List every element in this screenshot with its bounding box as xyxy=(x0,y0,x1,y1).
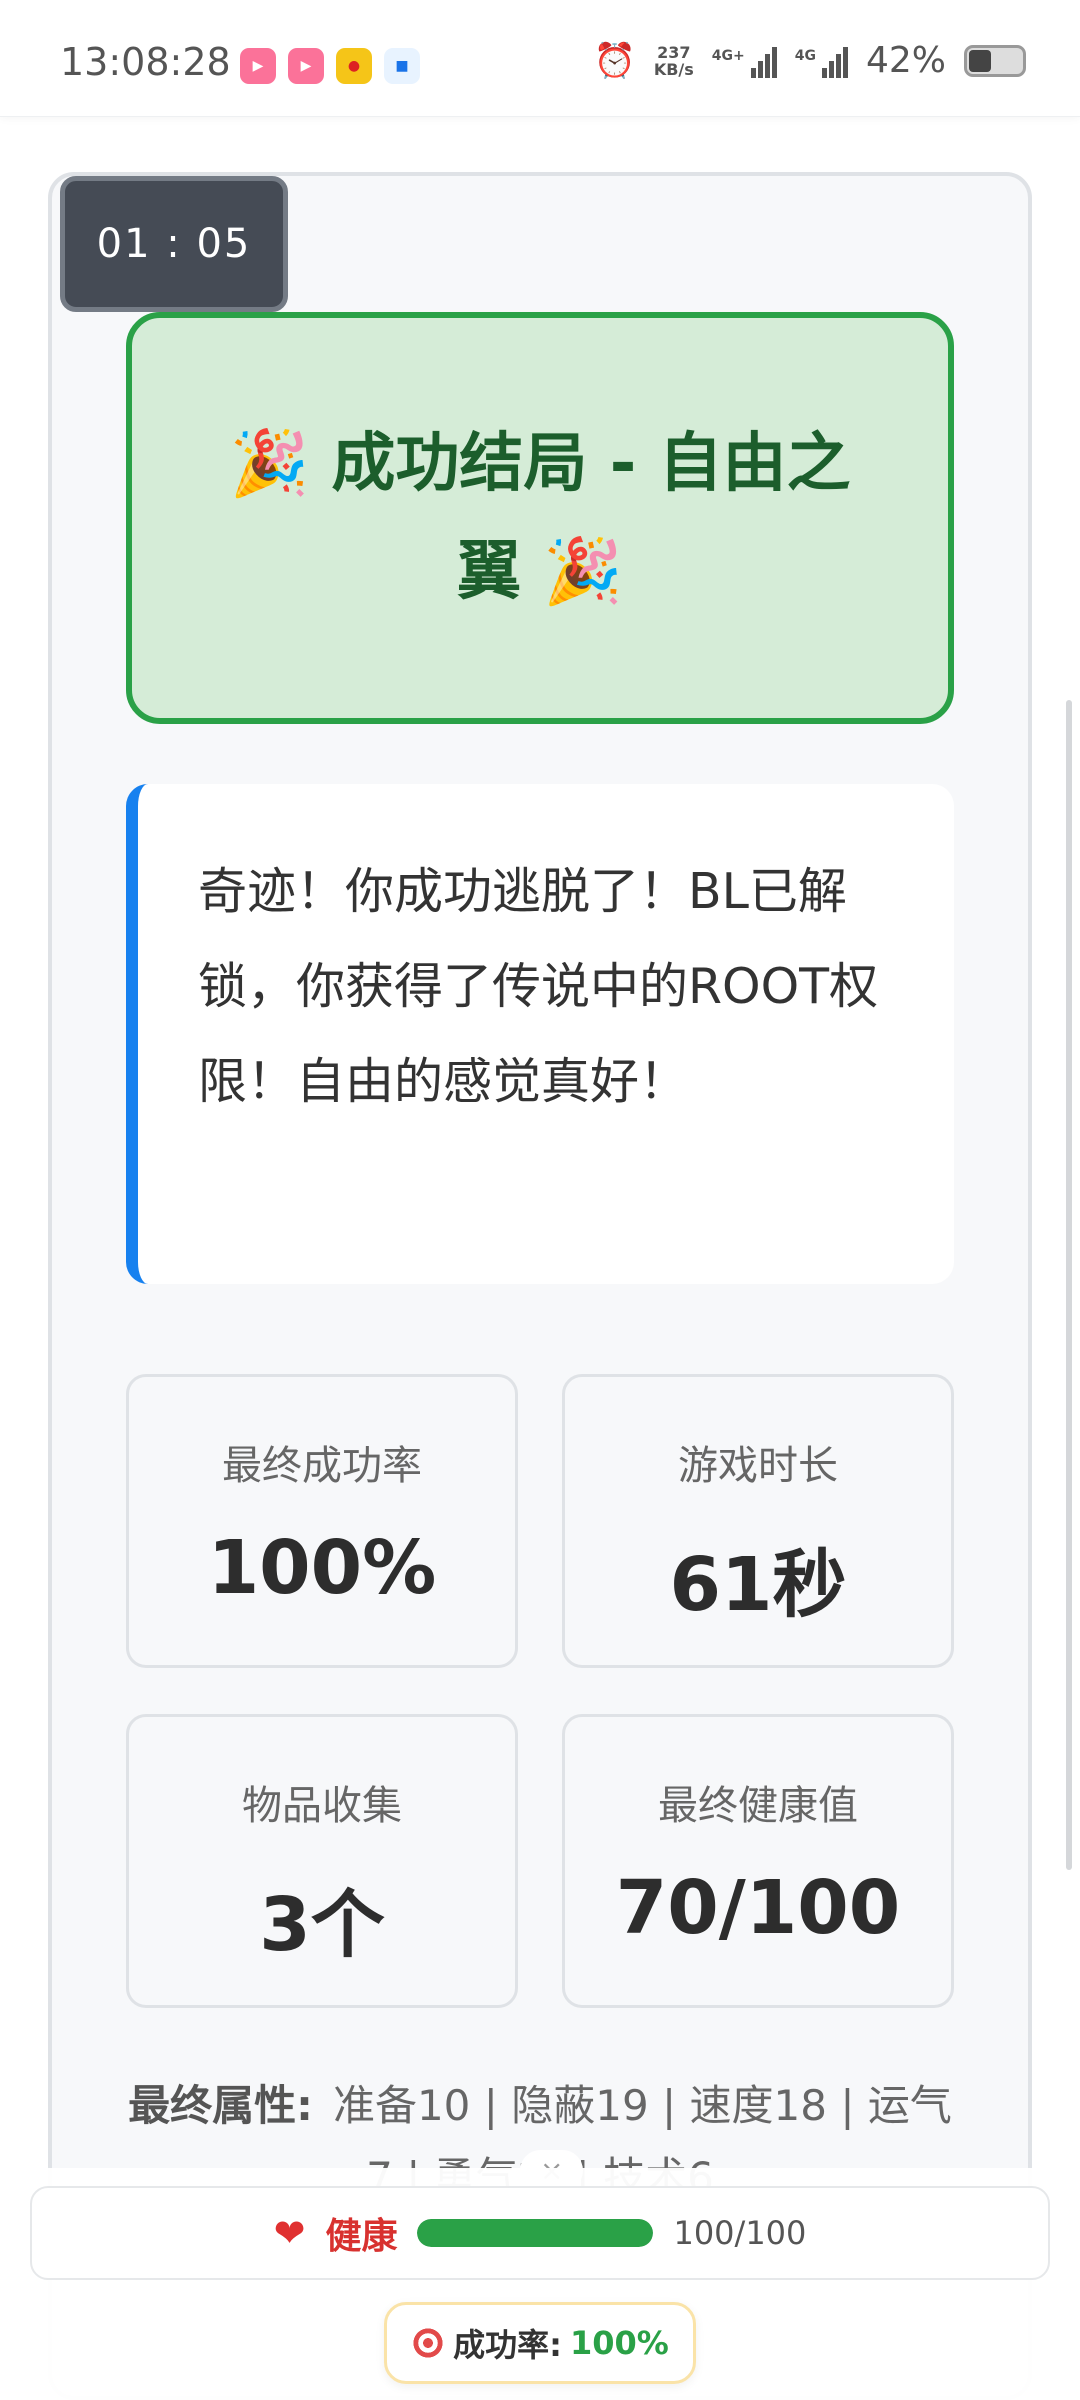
story-box: 奇迹！你成功逃脱了！BL已解锁，你获得了传说中的ROOT权限！自由的感觉真好！ xyxy=(126,784,954,1284)
net-speed-unit: KB/s xyxy=(653,59,694,79)
net-speed-value: 237 xyxy=(657,42,691,62)
success-label: 成功率: xyxy=(453,2326,562,2364)
target-icon xyxy=(411,2326,446,2360)
stat-play-time: 游戏时长 61秒 xyxy=(562,1374,954,1668)
stat-value: 70/100 xyxy=(615,1865,901,1951)
health-value: 100/100 xyxy=(673,2214,807,2252)
success-rate-pill: 成功率: 100% xyxy=(384,2302,696,2384)
stat-success-rate: 最终成功率 100% xyxy=(126,1374,518,1668)
stat-label: 游戏时长 xyxy=(678,1443,838,1489)
health-bar: ❤ 健康 100/100 xyxy=(30,2186,1050,2280)
battery-icon xyxy=(964,44,1026,77)
story-text: 奇迹！你成功逃脱了！BL已解锁，你获得了传说中的ROOT权限！自由的感觉真好！ xyxy=(198,863,879,1110)
ending-title: 🎉 成功结局 - 自由之翼 🎉 xyxy=(229,427,851,609)
status-bar: 13:08:28 ▶ ▶ ● ■ ⏰ 237 KB/s 4G+ 4G 42% xyxy=(0,0,1080,117)
notification-icons: ▶ ▶ ● ■ xyxy=(240,48,420,84)
net-type-2: 4G xyxy=(794,47,816,64)
signal-icon: 4G xyxy=(795,44,848,78)
stat-label: 最终健康值 xyxy=(658,1783,858,1829)
attributes-line1: 准备10 | 隐蔽19 | 速度18 | 运气 xyxy=(332,2081,952,2130)
signal-icon: 4G+ xyxy=(712,44,777,78)
game-timer: 01 : 05 xyxy=(60,176,288,312)
stat-label: 最终成功率 xyxy=(222,1443,422,1489)
heart-icon: ❤ xyxy=(273,2211,306,2255)
success-value: 100% xyxy=(569,2324,669,2362)
stat-label: 物品收集 xyxy=(242,1783,402,1829)
stat-value: 100% xyxy=(207,1525,437,1611)
stat-final-health: 最终健康值 70/100 xyxy=(562,1714,954,2008)
blue-app-icon: ■ xyxy=(384,48,420,84)
health-progress-track xyxy=(417,2219,654,2247)
health-progress-fill xyxy=(417,2219,654,2247)
ending-banner: 🎉 成功结局 - 自由之翼 🎉 xyxy=(126,312,954,724)
status-right: ⏰ 237 KB/s 4G+ 4G 42% xyxy=(593,40,1026,81)
weibo-icon: ● xyxy=(336,48,372,84)
bilibili-icon: ▶ xyxy=(240,48,276,84)
scrollbar[interactable] xyxy=(1066,700,1072,1870)
attributes-label: 最终属性: xyxy=(128,2081,313,2130)
stat-items-collected: 物品收集 3个 xyxy=(126,1714,518,2008)
battery-percent: 42% xyxy=(865,40,946,81)
bilibili-icon: ▶ xyxy=(288,48,324,84)
alarm-icon: ⏰ xyxy=(593,40,636,81)
net-speed: 237 KB/s xyxy=(654,44,694,78)
status-time: 13:08:28 xyxy=(60,40,231,84)
health-label: 健康 xyxy=(325,2216,398,2257)
net-type-1: 4G+ xyxy=(711,47,745,64)
stat-value: 61秒 xyxy=(669,1542,847,1628)
stat-value: 3个 xyxy=(259,1882,385,1968)
